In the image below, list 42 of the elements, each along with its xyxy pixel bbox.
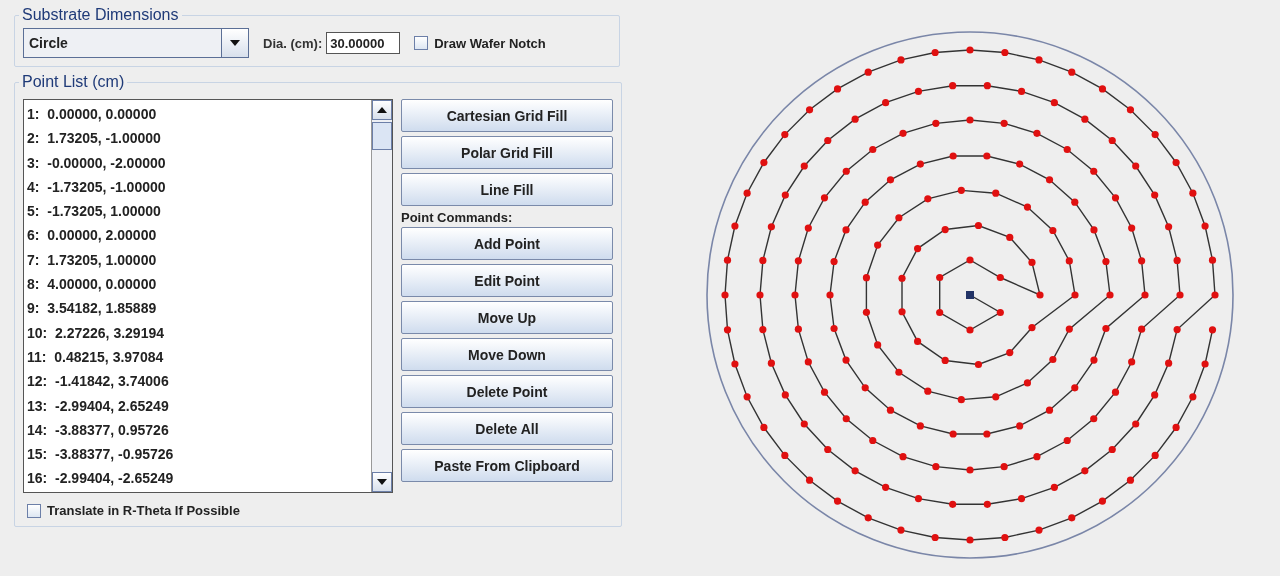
translate-label: Translate in R-Theta If Possible <box>47 503 240 518</box>
notch-label: Draw Wafer Notch <box>434 35 546 51</box>
list-item[interactable]: 4: -1.73205, -1.00000 <box>27 174 368 200</box>
scroll-thumb[interactable] <box>372 122 392 150</box>
group-title: Substrate Dimensions <box>21 6 180 24</box>
group-title: Point List (cm) <box>21 73 126 91</box>
command-button[interactable]: Add Point <box>401 227 613 260</box>
command-button[interactable]: Delete Point <box>401 375 613 408</box>
translate-checkbox[interactable] <box>27 503 41 518</box>
list-item[interactable]: 6: 0.00000, 2.00000 <box>27 223 368 248</box>
list-item[interactable]: 12: -1.41842, 3.74006 <box>27 369 368 394</box>
list-item[interactable]: 2: 1.73205, -1.00000 <box>27 126 368 151</box>
down-arrow-icon <box>377 479 387 485</box>
scroll-up-button[interactable] <box>372 100 392 120</box>
diameter-field[interactable]: 30.00000 <box>326 32 401 54</box>
list-item[interactable]: 16: -2.99404, -2.65249 <box>27 466 368 491</box>
command-button[interactable]: Delete All <box>401 412 613 445</box>
list-item[interactable]: 3: -0.00000, -2.00000 <box>27 150 368 175</box>
fill-button[interactable]: Cartesian Grid Fill <box>401 99 613 132</box>
dropdown-arrow-icon <box>230 40 240 46</box>
up-arrow-icon <box>377 107 387 113</box>
notch-checkbox[interactable] <box>414 36 429 50</box>
commands-label: Point Commands: <box>401 210 514 225</box>
fill-button[interactable]: Polar Grid Fill <box>401 136 613 169</box>
command-button[interactable]: Move Down <box>401 338 613 371</box>
fill-button[interactable]: Line Fill <box>401 173 613 206</box>
shape-dropdown[interactable]: Circle <box>23 28 249 58</box>
list-item[interactable]: 7: 1.73205, 1.00000 <box>27 247 368 273</box>
list-item[interactable]: 5: -1.73205, 1.00000 <box>27 199 368 224</box>
command-button[interactable]: Edit Point <box>401 264 613 297</box>
list-item[interactable]: 9: 3.54182, 1.85889 <box>27 296 368 321</box>
list-item[interactable]: 11: 0.48215, 3.97084 <box>27 344 368 370</box>
list-item[interactable]: 8: 4.00000, 0.00000 <box>27 272 368 297</box>
diameter-label: Dia. (cm): <box>263 35 323 51</box>
scroll-down-button[interactable] <box>372 472 392 492</box>
command-button[interactable]: Move Up <box>401 301 613 334</box>
list-item[interactable]: 10: 2.27226, 3.29194 <box>27 320 368 345</box>
list-item[interactable]: 1: 0.00000, 0.00000 <box>27 102 368 127</box>
command-button[interactable]: Paste From Clipboard <box>401 449 613 482</box>
list-item[interactable]: 14: -3.88377, 0.95726 <box>27 417 368 443</box>
list-item[interactable]: 15: -3.88377, -0.95726 <box>27 442 368 467</box>
list-item[interactable]: 13: -2.99404, 2.65249 <box>27 393 368 418</box>
